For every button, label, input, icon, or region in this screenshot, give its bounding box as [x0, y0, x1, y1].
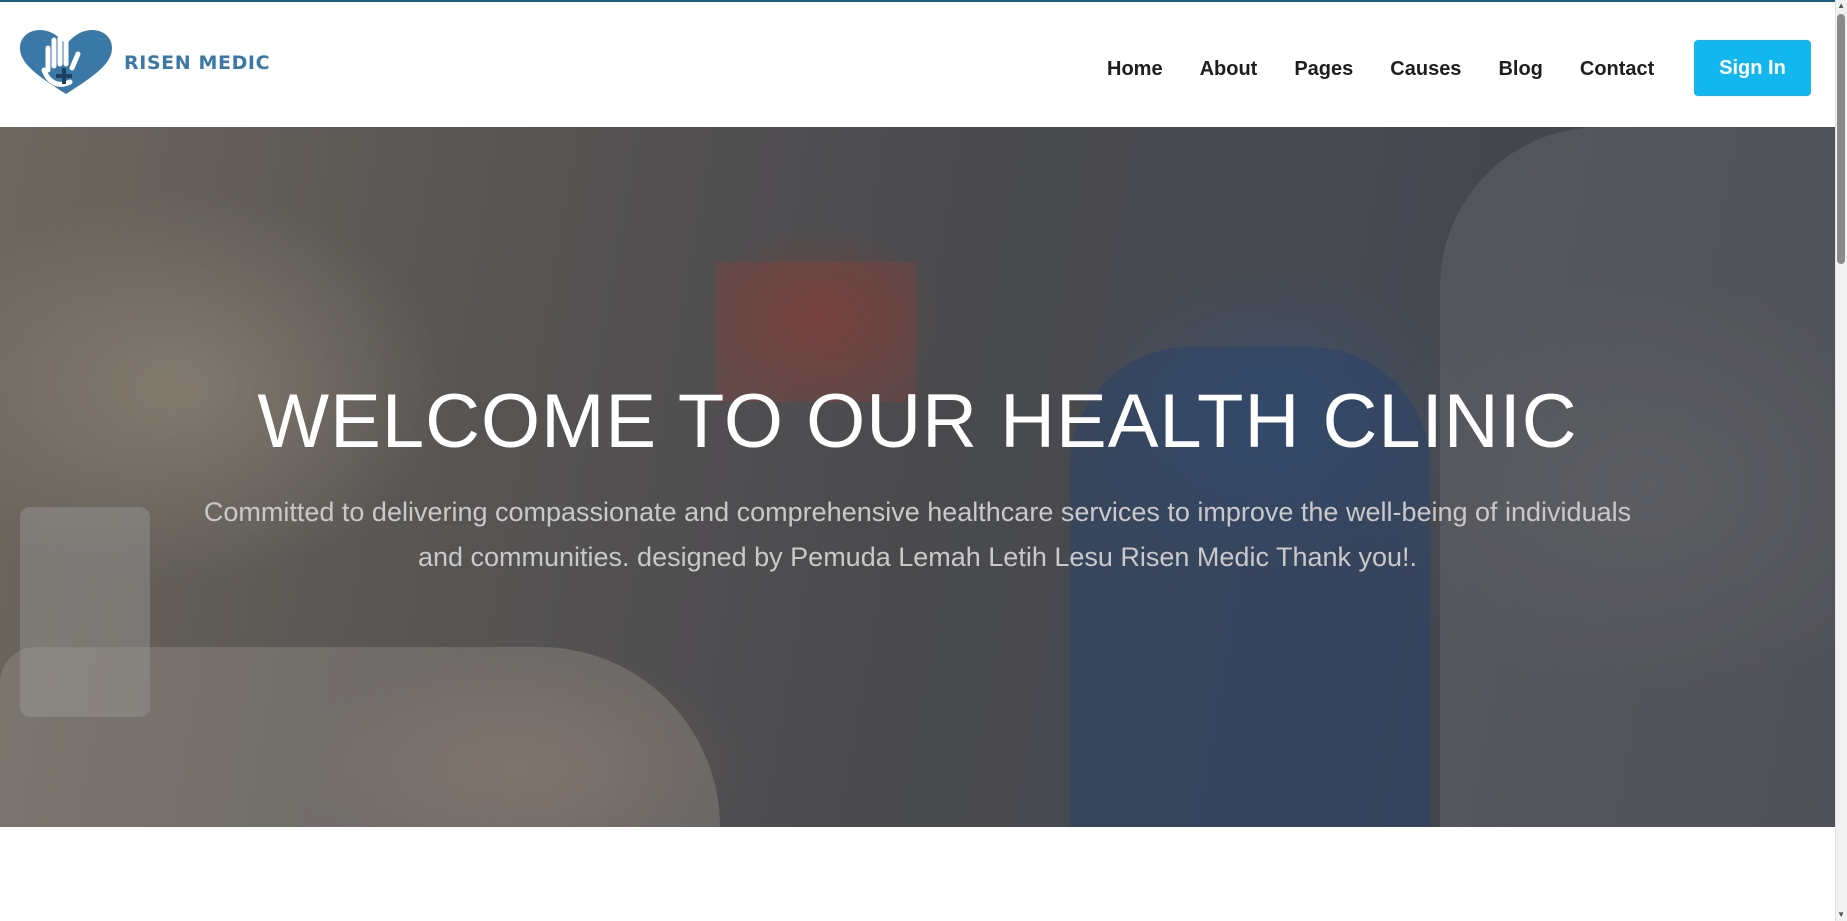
- brand-logo[interactable]: RISEN MEDIC: [18, 30, 270, 96]
- nav-contact-link[interactable]: Contact: [1580, 57, 1654, 81]
- hero-subtitle: Committed to delivering compassionate an…: [203, 497, 1632, 572]
- heart-hand-cross-icon: [20, 30, 112, 94]
- hero-content: WELCOME TO OUR HEALTH CLINIC Committed t…: [0, 127, 1835, 827]
- nav-about-link[interactable]: About: [1200, 57, 1258, 81]
- scroll-up-icon[interactable]: ▲: [1837, 2, 1845, 10]
- scrollbar-thumb[interactable]: [1837, 14, 1845, 264]
- nav-blog-link[interactable]: Blog: [1498, 57, 1542, 81]
- main-nav: Home About Pages Causes Blog Contact: [1107, 57, 1691, 81]
- page-scrollbar[interactable]: ▲ ▼: [1835, 0, 1847, 921]
- nav-pages-link[interactable]: Pages: [1294, 57, 1353, 81]
- nav-causes-link[interactable]: Causes: [1390, 57, 1461, 81]
- brand-name: RISEN MEDIC: [124, 52, 271, 74]
- hero-banner: WELCOME TO OUR HEALTH CLINIC Committed t…: [0, 127, 1835, 827]
- nav-home-link[interactable]: Home: [1107, 57, 1163, 81]
- hero-title: WELCOME TO OUR HEALTH CLINIC: [257, 379, 1578, 464]
- scroll-down-icon[interactable]: ▼: [1837, 911, 1845, 919]
- navbar: RISEN MEDIC Home About Pages Causes Blog…: [0, 2, 1835, 127]
- sign-in-button[interactable]: Sign In: [1694, 40, 1811, 96]
